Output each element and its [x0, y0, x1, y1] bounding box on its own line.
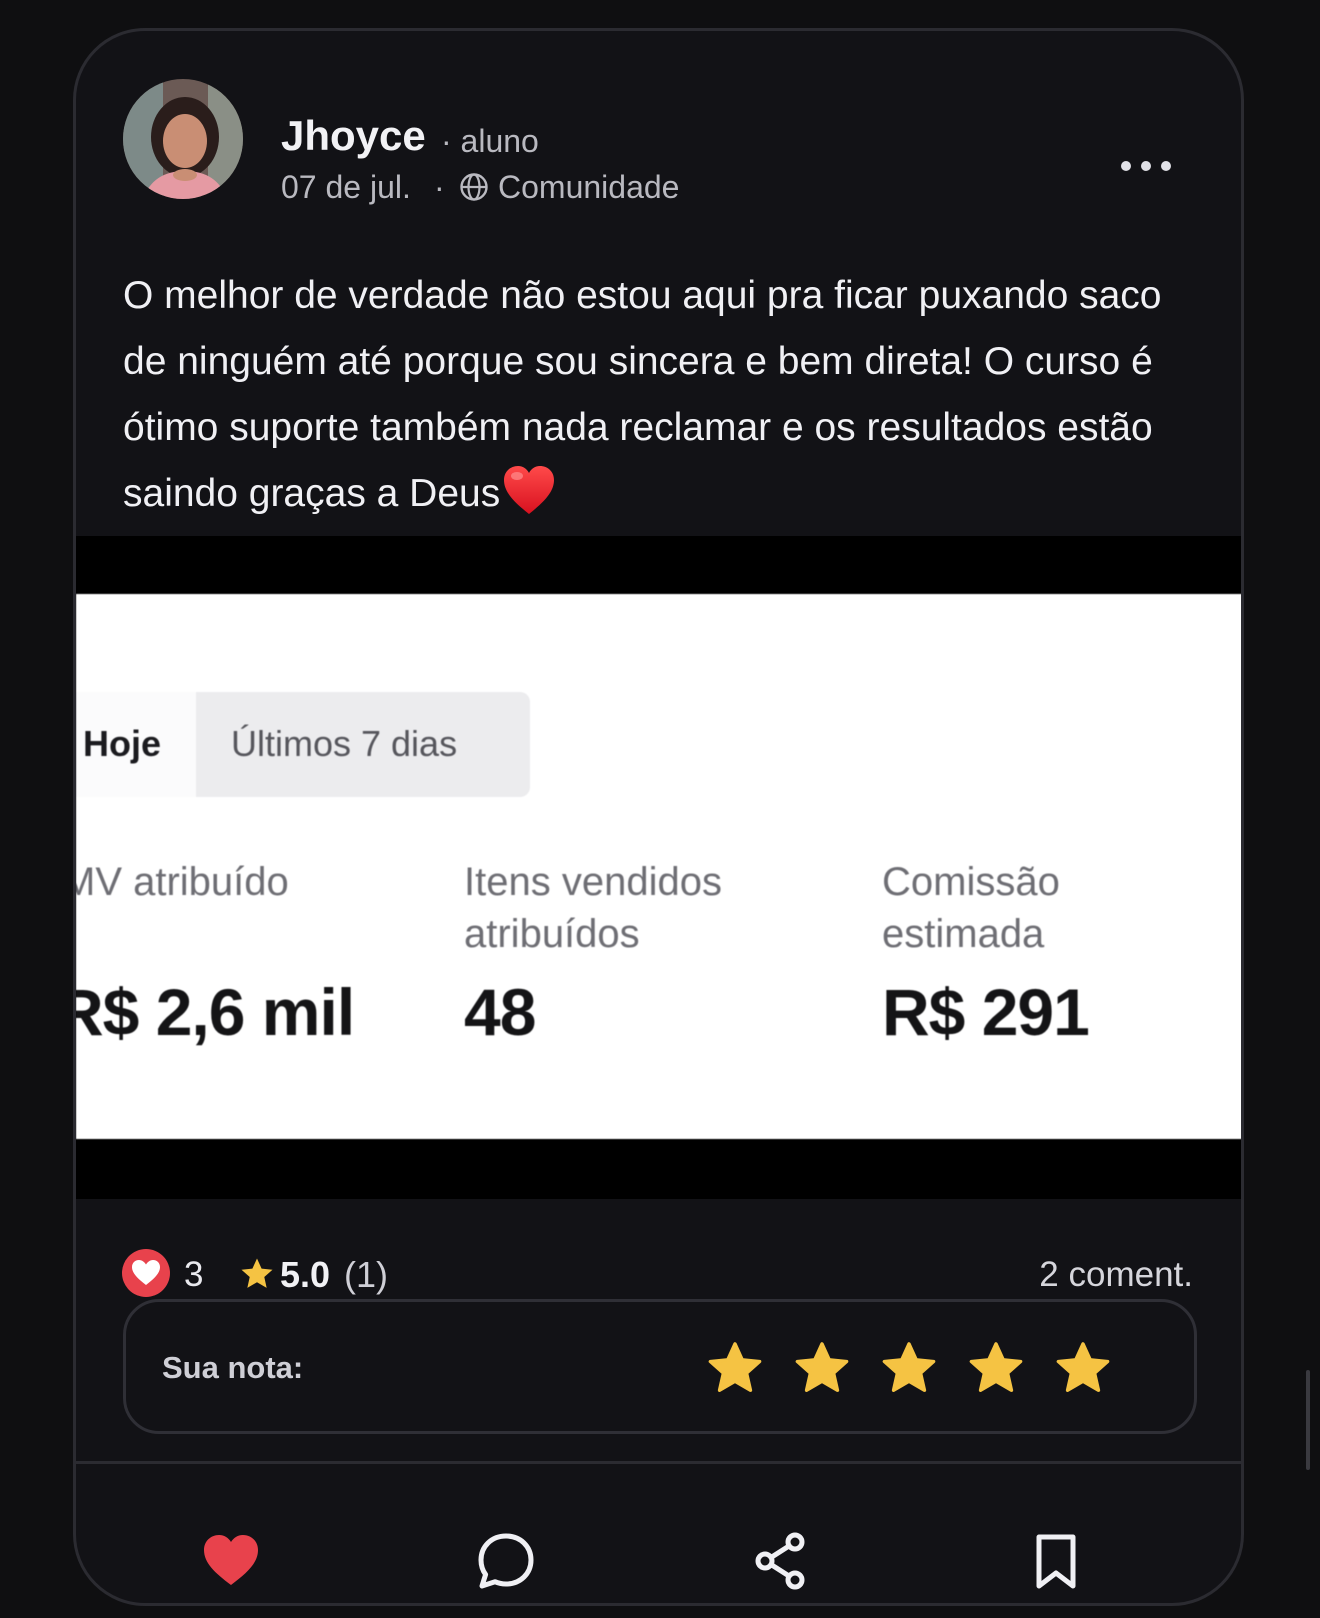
rate-star-1-icon[interactable] — [706, 1340, 764, 1398]
comment-icon[interactable] — [476, 1531, 536, 1591]
rate-star-3-icon[interactable] — [880, 1340, 938, 1398]
divider — [76, 1461, 1241, 1464]
metric-value-items: 48 — [464, 975, 536, 1049]
author-role: · aluno — [441, 123, 539, 159]
metric-label-commission: Comissão estimada — [882, 860, 1060, 956]
post-image[interactable]: Hoje Últimos 7 dias MV atribuído Itens v… — [76, 536, 1241, 1199]
share-icon[interactable] — [751, 1531, 811, 1591]
post-date: 07 de jul. — [281, 169, 411, 205]
metric-value-commission: R$ 291 — [882, 975, 1090, 1049]
metric-label-gmv: MV atribuído — [76, 860, 289, 904]
globe-icon — [460, 173, 488, 201]
rating-box-label: Sua nota: — [162, 1350, 304, 1385]
rating-value: 5.0 — [280, 1254, 331, 1295]
star-icon — [241, 1258, 273, 1288]
post-card: Jhoyce · aluno 07 de jul. · Comunidade O… — [73, 28, 1244, 1606]
post-text-content: O melhor de verdade não estou aqui pra f… — [123, 274, 1162, 515]
likes-count[interactable]: 3 — [184, 1257, 203, 1292]
likes-heart-icon[interactable] — [121, 1248, 171, 1298]
heart-emoji-icon — [504, 466, 555, 514]
rate-star-2-icon[interactable] — [793, 1340, 851, 1398]
tab-today: Hoje — [83, 723, 162, 764]
more-icon[interactable] — [1116, 151, 1176, 181]
bookmark-icon[interactable] — [1026, 1531, 1086, 1591]
rate-star-5-icon[interactable] — [1054, 1340, 1112, 1398]
tab-last-7-days: Últimos 7 dias — [231, 723, 458, 764]
rate-star-4-icon[interactable] — [967, 1340, 1025, 1398]
scrollbar[interactable] — [1306, 1370, 1310, 1470]
metric-value-gmv: R$ 2,6 mil — [76, 975, 355, 1049]
separator: · — [434, 169, 445, 205]
rating-count: (1) — [344, 1254, 388, 1295]
author-name[interactable]: Jhoyce — [281, 115, 426, 157]
embedded-screenshot: Hoje Últimos 7 dias MV atribuído Itens v… — [76, 594, 1241, 1139]
avatar[interactable] — [123, 79, 243, 199]
post-text: O melhor de verdade não estou aqui pra f… — [123, 263, 1203, 527]
audience-label: Comunidade — [498, 169, 680, 205]
rating-box: Sua nota: — [123, 1299, 1197, 1434]
metric-label-items: Itens vendidos atribuídos — [464, 860, 722, 956]
comments-count[interactable]: 2 coment. — [1039, 1257, 1193, 1292]
like-heart-icon[interactable] — [201, 1531, 261, 1591]
